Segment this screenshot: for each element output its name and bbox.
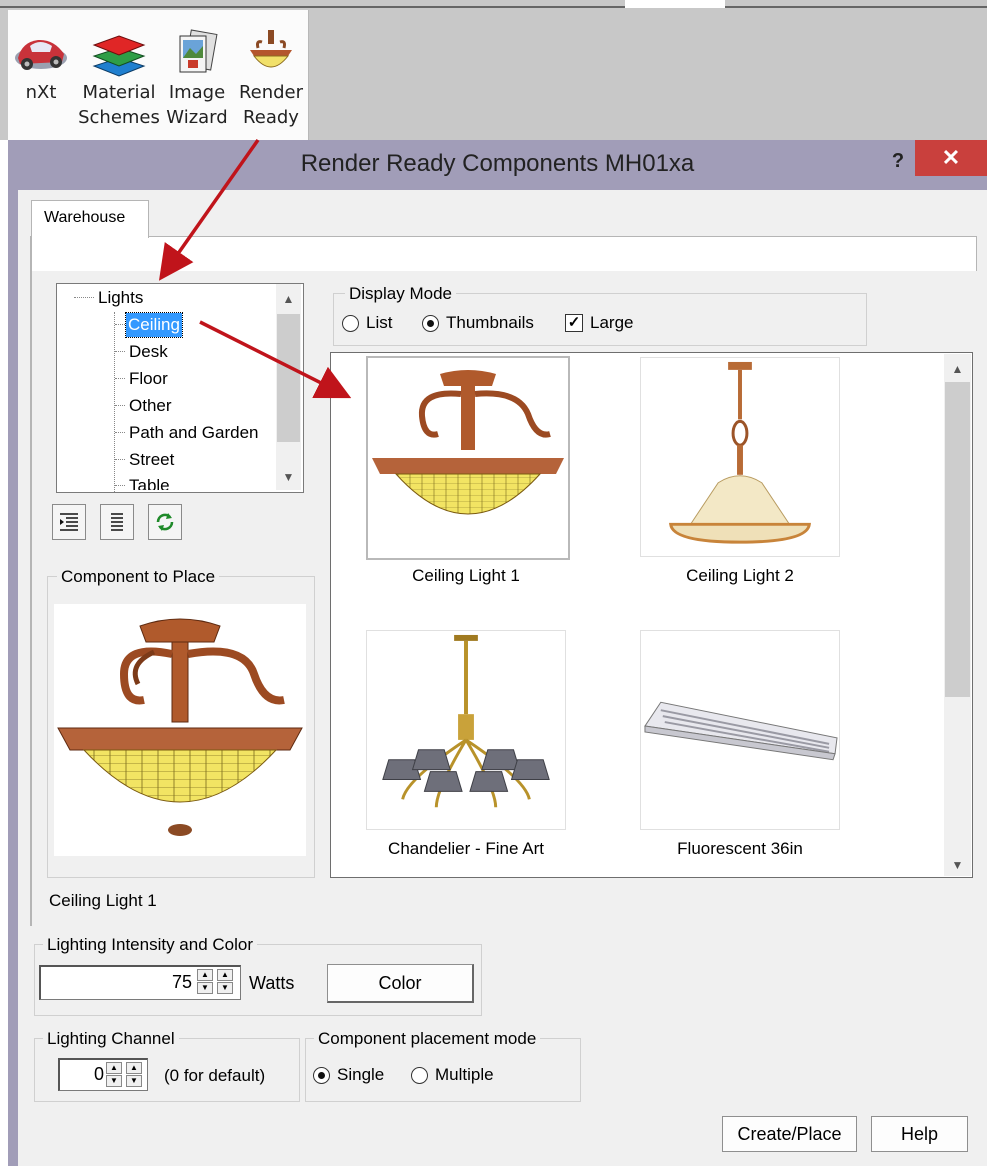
annotation-arrow: [199, 320, 352, 399]
annotation-arrow: [158, 138, 260, 281]
annotation-arrows: [158, 138, 352, 399]
tab-warehouse[interactable]: Warehouse: [31, 200, 149, 238]
